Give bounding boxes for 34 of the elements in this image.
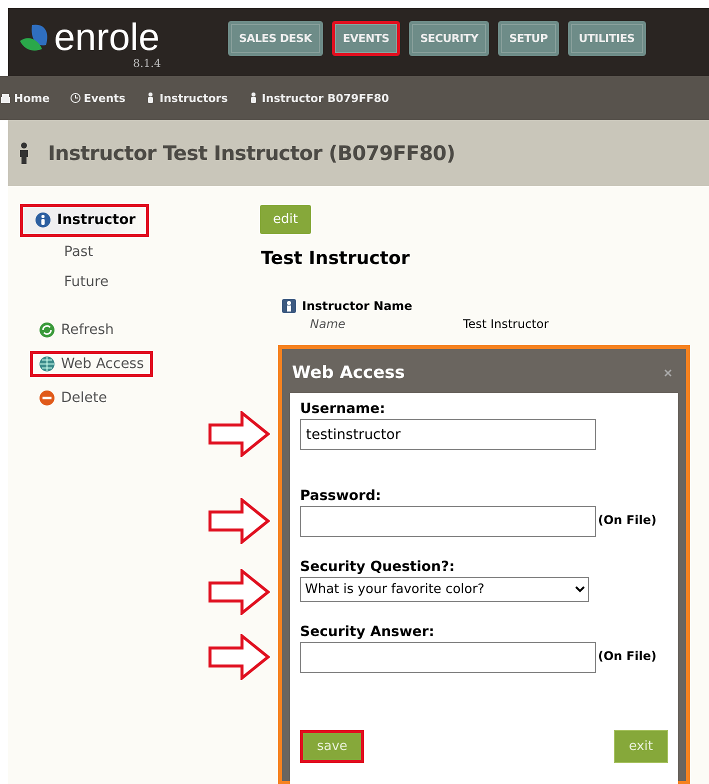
on-file-note: (On File)	[598, 513, 656, 527]
sidebar-item[interactable]: Past	[61, 241, 96, 263]
delete-icon	[39, 390, 55, 406]
sidebar-action[interactable]: Refresh	[30, 317, 123, 343]
version-label: 8.1.4	[133, 56, 162, 70]
globe-icon	[39, 356, 55, 372]
password-field[interactable]	[300, 506, 596, 537]
sidebar-item[interactable]: Instructor	[20, 204, 149, 237]
field-label: Username:	[300, 401, 386, 417]
clock-icon	[70, 92, 81, 104]
breadcrumb-link[interactable]: Events	[70, 92, 126, 104]
sidebar-action[interactable]: Delete	[30, 385, 116, 411]
input-field[interactable]: testinstructor	[300, 419, 596, 450]
input-field[interactable]	[300, 642, 596, 673]
breadcrumb-link[interactable]: Instructor B079FF80	[248, 92, 390, 104]
dialog-title: Web Access	[292, 363, 405, 383]
sidebar-action[interactable]: Web Access	[30, 351, 153, 377]
field-label: Password:	[300, 488, 382, 504]
refresh-icon	[39, 322, 55, 338]
security-question-dropdown[interactable]: What is your favorite color?	[300, 577, 589, 602]
on-file-note: (On File)	[598, 649, 656, 663]
logo-text: enrole	[54, 18, 160, 56]
breadcrumb-link[interactable]: Home	[0, 92, 50, 104]
record-heading: Test Instructor	[261, 248, 411, 269]
close-icon[interactable]	[664, 369, 672, 377]
field-label: Security Answer:	[300, 624, 436, 640]
field-label: Name	[310, 317, 346, 331]
field-label: Security Question?:	[300, 559, 456, 575]
person-info-icon	[35, 212, 51, 228]
page-title: Instructor Test Instructor (B079FF80)	[48, 141, 456, 165]
sidebar-item[interactable]: Future	[61, 271, 112, 293]
breadcrumb-link[interactable]: Instructors	[145, 92, 228, 104]
section-title: Instructor Name	[302, 299, 412, 313]
field-value: Test Instructor	[463, 317, 549, 331]
